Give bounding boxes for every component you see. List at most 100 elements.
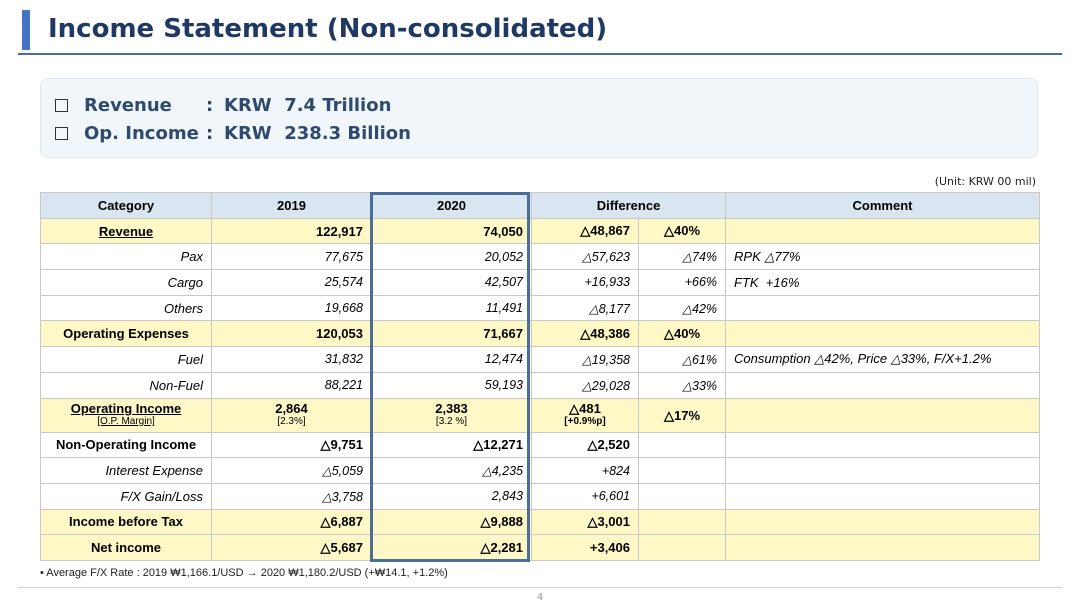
difference-percent <box>637 482 727 510</box>
income-statement-table: Category 2019 2020 Difference Comment Re… <box>40 192 1041 561</box>
value-2019: △3,758 <box>211 482 372 510</box>
title-accent-bar <box>22 10 30 50</box>
summary-revenue-value: KRW 7.4 Trillion <box>224 94 392 116</box>
value-2020: 59,193 <box>371 371 532 399</box>
table-row-revenue: Revenue 122,917 74,050 △48,867 △40% <box>40 217 1041 245</box>
difference-value: △19,358 <box>531 346 639 373</box>
category-cell: Pax <box>40 243 212 271</box>
value-2020: 2,383 [3.2 %] <box>371 397 532 433</box>
difference-value: △48,386 <box>531 320 639 348</box>
difference-value: △3,001 <box>531 508 639 536</box>
table-row-others: Others 19,668 11,491 △8,177 △42% <box>40 294 1041 322</box>
category-cell: Others <box>40 294 212 322</box>
header-difference: Difference <box>530 192 727 219</box>
difference-value: △29,028 <box>531 371 639 399</box>
category-cell: Cargo <box>40 269 212 296</box>
value-2019: 19,668 <box>211 294 372 322</box>
difference-percent <box>637 457 727 484</box>
comment-cell <box>725 320 1041 348</box>
difference-value: +6,601 <box>531 482 639 510</box>
table-row-non-operating-income: Non-Operating Income △9,751 △12,271 △2,5… <box>40 431 1041 459</box>
table-row-cargo: Cargo 25,574 42,507 +16,933 +66% FTK +16… <box>40 269 1041 296</box>
difference-value: +16,933 <box>531 269 639 296</box>
margin-difference: [+0.9%p] <box>564 416 606 427</box>
footer-divider <box>18 587 1062 588</box>
value-2020: 12,474 <box>371 346 532 373</box>
category-cell: Income before Tax <box>40 508 212 536</box>
difference-percent: △40% <box>637 217 727 245</box>
summary-revenue-label: Revenue <box>84 94 172 116</box>
difference-percent: △17% <box>637 397 727 433</box>
table-row-operating-income: Operating Income [O.P. Margin] 2,864 [2.… <box>40 397 1041 433</box>
comment-cell <box>725 397 1041 433</box>
table-row-net-income: Net income △5,687 △2,281 +3,406 <box>40 534 1041 561</box>
difference-percent: △74% <box>637 243 727 271</box>
value-2019: 31,832 <box>211 346 372 373</box>
difference-percent <box>637 508 727 536</box>
value-2019: 122,917 <box>211 217 372 245</box>
category-cell: Fuel <box>40 346 212 373</box>
footnote-fx-rate: • Average F/X Rate : 2019 ₩1,166.1/USD →… <box>40 567 448 579</box>
category-cell: Non-Fuel <box>40 371 212 399</box>
value-2020: 74,050 <box>371 217 532 245</box>
margin-2019: [2.3%] <box>277 416 306 427</box>
page-title: Income Statement (Non-consolidated) <box>48 14 608 44</box>
margin-2020: [3.2 %] <box>435 416 468 427</box>
difference-value: △48,867 <box>531 217 639 245</box>
comment-cell: RPK △77% <box>725 243 1041 271</box>
value-2020: 20,052 <box>371 243 532 271</box>
summary-opincome-label: Op. Income <box>84 122 199 144</box>
comment-cell <box>725 217 1041 245</box>
page-number: 4 <box>536 592 544 603</box>
value-2020: △2,281 <box>371 534 532 561</box>
table-row-pax: Pax 77,675 20,052 △57,623 △74% RPK △77% <box>40 243 1041 271</box>
comment-cell: FTK +16% <box>725 269 1041 296</box>
table-header-row: Category 2019 2020 Difference Comment <box>40 192 1041 219</box>
difference-value: △481 [+0.9%p] <box>531 397 639 433</box>
checkbox-icon <box>55 98 68 112</box>
category-cell: Operating Expenses <box>40 320 212 348</box>
difference-percent: △33% <box>637 371 727 399</box>
title-divider <box>18 53 1062 55</box>
category-cell: Non-Operating Income <box>40 431 212 459</box>
summary-box: Revenue : KRW 7.4 Trillion Op. Income : … <box>40 78 1038 158</box>
category-cell: Interest Expense <box>40 457 212 484</box>
value-2020: △4,235 <box>371 457 532 484</box>
difference-percent: △42% <box>637 294 727 322</box>
difference-value: +3,406 <box>531 534 639 561</box>
comment-cell <box>725 457 1041 484</box>
summary-colon: : <box>206 94 214 116</box>
margin-label: [O.P. Margin] <box>97 416 155 427</box>
table-row-fuel: Fuel 31,832 12,474 △19,358 △61% Consumpt… <box>40 346 1041 373</box>
value-2019: 120,053 <box>211 320 372 348</box>
summary-revenue: Revenue : KRW 7.4 Trillion <box>55 92 391 118</box>
header-2020: 2020 <box>371 192 532 219</box>
table-row-non-fuel: Non-Fuel 88,221 59,193 △29,028 △33% <box>40 371 1041 399</box>
value-2019: △6,887 <box>211 508 372 536</box>
summary-op-income: Op. Income : KRW 238.3 Billion <box>55 120 411 146</box>
difference-value: +824 <box>531 457 639 484</box>
category-cell: Revenue <box>40 217 212 245</box>
table-row-fx-gain-loss: F/X Gain/Loss △3,758 2,843 +6,601 <box>40 482 1041 510</box>
table-row-income-before-tax: Income before Tax △6,887 △9,888 △3,001 <box>40 508 1041 536</box>
comment-cell <box>725 508 1041 536</box>
comment-cell <box>725 482 1041 510</box>
unit-label: (Unit: KRW 00 mil) <box>934 175 1036 188</box>
header-comment: Comment <box>725 192 1041 219</box>
value-2020: 2,843 <box>371 482 532 510</box>
value-2019: △9,751 <box>211 431 372 459</box>
table-row-operating-expenses: Operating Expenses 120,053 71,667 △48,38… <box>40 320 1041 348</box>
comment-cell <box>725 371 1041 399</box>
value-2020: 11,491 <box>371 294 532 322</box>
comment-cell <box>725 294 1041 322</box>
difference-percent: △40% <box>637 320 727 348</box>
category-cell: Net income <box>40 534 212 561</box>
value-2019: 88,221 <box>211 371 372 399</box>
difference-value: △2,520 <box>531 431 639 459</box>
value-2019: 25,574 <box>211 269 372 296</box>
header-2019: 2019 <box>211 192 372 219</box>
difference-value: △57,623 <box>531 243 639 271</box>
category-cell: F/X Gain/Loss <box>40 482 212 510</box>
value-2020: △9,888 <box>371 508 532 536</box>
comment-cell <box>725 534 1041 561</box>
